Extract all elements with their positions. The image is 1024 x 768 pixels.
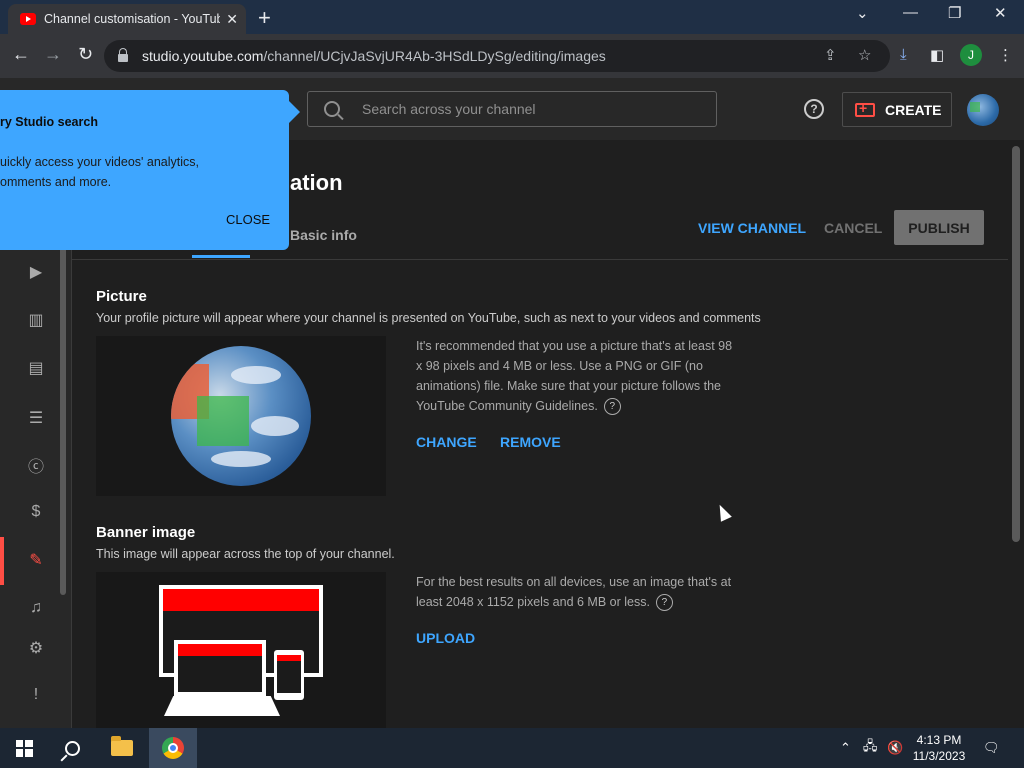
picture-heading: Picture	[96, 288, 147, 305]
picture-description: Your profile picture will appear where y…	[96, 311, 761, 325]
address-bar[interactable]: studio.youtube.com/channel/UCjvJaSvjUR4A…	[104, 40, 890, 72]
browser-menu-icon[interactable]: ⋮	[998, 46, 1013, 64]
create-label: CREATE	[885, 101, 942, 118]
browser-tab[interactable]: Channel customisation - YouTube Studio ✕	[8, 4, 246, 34]
youtube-favicon-icon	[20, 13, 36, 25]
remove-picture-button[interactable]: REMOVE	[500, 434, 561, 450]
cancel-button[interactable]: CANCEL	[824, 220, 882, 236]
laptop-base	[164, 696, 280, 716]
windows-taskbar: ⌃ 🖧 🔇 4:13 PM 11/3/2023 🗨	[0, 728, 1024, 768]
taskbar-search-button[interactable]	[48, 728, 96, 768]
url-text: studio.youtube.com/channel/UCjvJaSvjUR4A…	[142, 48, 606, 64]
help-icon[interactable]: ?	[804, 99, 824, 119]
back-icon[interactable]: ←	[12, 44, 30, 65]
taskbar-clock[interactable]: 4:13 PM 11/3/2023	[902, 732, 976, 764]
chrome-taskbar-button[interactable]	[149, 728, 197, 768]
banner-description: This image will appear across the top of…	[96, 547, 395, 561]
tab-search-chevron-icon[interactable]: ⌄	[856, 4, 869, 22]
folder-icon	[111, 736, 133, 756]
reload-icon[interactable]: ↻	[78, 44, 93, 65]
phone-illustration	[274, 650, 304, 700]
lock-icon	[118, 48, 128, 62]
tab-title: Channel customisation - YouTube Studio	[44, 12, 221, 26]
file-explorer-button[interactable]	[98, 728, 146, 768]
tray-chevron-icon[interactable]: ⌃	[840, 740, 851, 756]
notification-icon: 🗨	[983, 740, 1000, 755]
picture-guidelines: It's recommended that you use a picture …	[416, 336, 756, 416]
bookmark-star-icon[interactable]: ☆	[858, 46, 871, 64]
upload-banner-button[interactable]: UPLOAD	[416, 630, 475, 646]
change-picture-button[interactable]: CHANGE	[416, 434, 477, 450]
banner-help-icon[interactable]: ?	[655, 594, 673, 612]
profile-picture-preview	[96, 336, 386, 496]
banner-heading: Banner image	[96, 524, 196, 541]
header-divider	[72, 259, 1008, 260]
forward-icon[interactable]: →	[44, 44, 62, 65]
system-tray: ⌃ 🖧 🔇	[840, 728, 904, 768]
sidebar-analytics-icon[interactable]: ▥	[26, 310, 46, 330]
sidebar-subtitles-icon[interactable]: ☰	[26, 408, 46, 428]
sidebar-customisation-icon[interactable]: ✎	[26, 550, 46, 570]
new-tab-icon[interactable]: +	[258, 5, 271, 31]
sidebar-comments-icon[interactable]: ▤	[26, 358, 46, 378]
tooltip-close-button[interactable]: CLOSE	[226, 212, 270, 227]
sidebar-copyright-icon[interactable]: ⓒ	[26, 455, 46, 476]
view-channel-button[interactable]: VIEW CHANNEL	[698, 220, 806, 236]
create-video-icon	[855, 100, 875, 117]
sidebar-audio-library-icon[interactable]: ♫	[26, 598, 46, 618]
browser-tab-strip: Channel customisation - YouTube Studio ✕…	[0, 0, 1024, 34]
taskbar-search-icon	[64, 740, 80, 756]
sidebar-earn-icon[interactable]: $	[26, 502, 46, 522]
tooltip-title: ry Studio search	[0, 115, 98, 129]
side-panel-icon[interactable]: ◧	[930, 46, 944, 64]
studio-search-tooltip: ry Studio search uickly access your vide…	[0, 90, 300, 250]
download-icon[interactable]: ⤓	[900, 46, 907, 63]
sidebar-scrollbar[interactable]	[60, 240, 66, 595]
tab-close-icon[interactable]: ✕	[226, 11, 238, 28]
banner-guidelines: For the best results on all devices, use…	[416, 572, 756, 612]
start-button[interactable]	[0, 728, 48, 768]
notification-button[interactable]: 🗨	[983, 728, 1000, 768]
windows-logo-icon	[15, 739, 33, 757]
minimize-icon[interactable]: —	[903, 4, 918, 21]
profile-avatar[interactable]: J	[960, 44, 982, 66]
network-icon[interactable]: 🖧	[863, 737, 878, 759]
main-scrollbar[interactable]	[1012, 146, 1020, 542]
tooltip-body: uickly access your videos' analytics, om…	[0, 155, 199, 189]
picture-help-icon[interactable]: ?	[603, 398, 621, 416]
sidebar-settings-icon[interactable]: ⚙	[26, 638, 46, 658]
active-tab-underline	[192, 255, 250, 258]
share-icon[interactable]: ⇪	[824, 46, 837, 64]
restore-icon[interactable]: ❐	[948, 4, 961, 22]
search-placeholder: Search across your channel	[362, 101, 536, 117]
create-button[interactable]: CREATE	[842, 92, 952, 127]
search-icon	[324, 101, 340, 117]
chrome-icon	[162, 737, 184, 759]
sidebar-content-icon[interactable]: ▶	[26, 262, 46, 282]
window-close-icon[interactable]: ✕	[994, 4, 1007, 22]
publish-button[interactable]: PUBLISH	[894, 210, 984, 245]
channel-avatar[interactable]	[967, 94, 999, 126]
sidebar-feedback-icon[interactable]: !	[26, 685, 46, 705]
sidebar-active-indicator	[0, 537, 4, 585]
search-input[interactable]: Search across your channel	[307, 91, 717, 127]
page-title: ation	[290, 170, 343, 195]
tab-basic-info[interactable]: Basic info	[290, 227, 357, 243]
browser-toolbar: ← → ↻ studio.youtube.com/channel/UCjvJaS…	[0, 34, 1024, 78]
laptop-illustration	[174, 640, 266, 696]
banner-preview	[96, 572, 386, 728]
profile-picture-image	[171, 346, 311, 486]
